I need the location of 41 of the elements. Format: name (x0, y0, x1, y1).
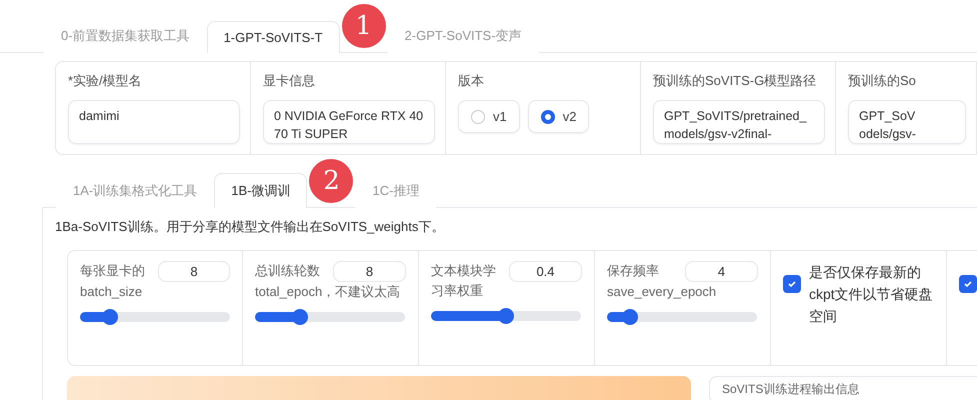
output-label: SoVITS训练进程输出信息 (722, 382, 860, 396)
radio-option[interactable]: v2 (528, 100, 590, 133)
slider[interactable] (607, 312, 757, 322)
param-label: 总训练轮数 (255, 262, 321, 280)
radio-option[interactable]: v1 (458, 100, 520, 133)
param-sublabel: batch_size (80, 283, 144, 301)
number-field[interactable]: 8 (158, 261, 230, 282)
param-label: 保存频率 (607, 262, 660, 280)
tab[interactable]: 1-GPT-SoVITS-T (206, 21, 340, 53)
param-label: 文本模块学习率权重 (431, 262, 497, 300)
slider-thumb[interactable] (102, 309, 118, 325)
field-label: 预训练的So (848, 72, 917, 90)
field-label: *实验/模型名 (68, 72, 143, 90)
field-label: 预训练的SoVITS-G模型路径 (653, 72, 818, 90)
check-icon (787, 279, 797, 289)
check-icon (963, 279, 973, 289)
text-field[interactable]: damimi (68, 100, 240, 144)
checkbox-label: 是否仅保存最新的ckpt文件以节省硬盘空间 (809, 263, 934, 326)
slider-thumb[interactable] (498, 308, 514, 324)
slider-thumb[interactable] (292, 309, 308, 325)
number-field[interactable]: 4 (685, 261, 758, 282)
slider[interactable] (255, 312, 405, 322)
description-text: 1Ba-SoVITS训练。用于分享的模型文件输出在SoVITS_weights下。 (55, 218, 446, 236)
param-sublabel: total_epoch，不建议太高 (255, 283, 402, 301)
number-field[interactable]: 0.4 (509, 261, 582, 282)
field-label: 显卡信息 (263, 72, 316, 90)
text-field[interactable]: GPT_SoV odels/gsv- (848, 100, 966, 144)
number-badge: 1 (342, 4, 386, 48)
param-sublabel: save_every_epoch (607, 283, 718, 301)
number-badge: 2 (309, 159, 354, 203)
text-field[interactable]: 0 NVIDIA GeForce RTX 4070 Ti SUPER (263, 100, 435, 144)
tab[interactable]: 1B-微调训 (214, 173, 308, 208)
slider[interactable] (431, 311, 581, 321)
checkbox[interactable] (959, 275, 977, 293)
number-field[interactable]: 8 (333, 261, 406, 282)
checkbox[interactable] (783, 275, 801, 293)
text-field[interactable]: GPT_SoVITS/pretrained_models/gsv-v2final- (653, 100, 825, 144)
param-label: 每张显卡的 (80, 262, 146, 280)
slider-thumb[interactable] (622, 309, 638, 325)
field-label: 版本 (458, 72, 485, 90)
slider[interactable] (80, 312, 230, 322)
